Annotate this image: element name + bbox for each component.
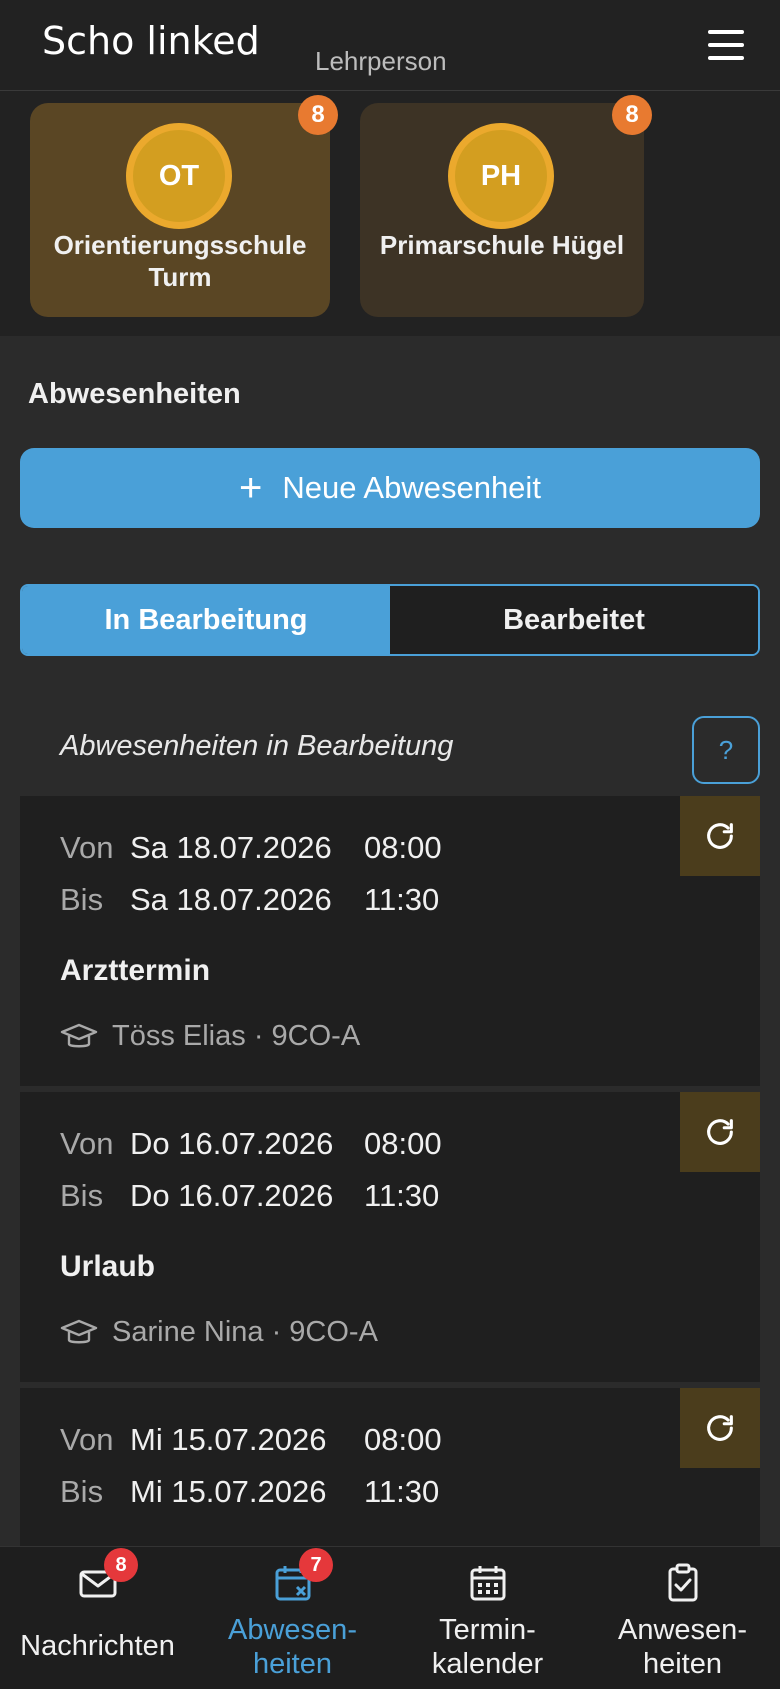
from-row: Von Mi 15.07.2026 08:00	[60, 1422, 442, 1458]
absence-card[interactable]: Von Sa 18.07.2026 08:00 Bis Sa 18.07.2026 11…	[20, 796, 760, 1086]
student-info: Sarine Nina · 9CO-A	[60, 1316, 378, 1349]
page-title: Abwesenheiten	[28, 378, 241, 410]
refresh-icon	[707, 1119, 733, 1145]
graduation-cap-icon	[60, 1023, 98, 1047]
refresh-icon	[707, 1415, 733, 1441]
nav-label: Nachrichten	[20, 1630, 175, 1662]
hamburger-menu-icon[interactable]	[708, 28, 746, 62]
to-date: Mi 15.07.2026	[130, 1474, 327, 1509]
nav-label: Abwesen-heiten	[195, 1613, 390, 1681]
nav-label-line: kalender	[431, 1648, 544, 1680]
from-time: 08:00	[364, 1126, 442, 1161]
from-label: Von	[60, 1126, 114, 1161]
nav-badge: 7	[299, 1548, 333, 1582]
bottom-navigation: 8 Nachrichten 7 Abwesen-heiten Termin-ka…	[0, 1546, 780, 1689]
logo-mark: Scho linked	[42, 19, 260, 63]
nav-label: Termin-kalender	[390, 1613, 585, 1681]
plus-icon: +	[239, 466, 263, 510]
from-label: Von	[60, 830, 114, 865]
to-row: Bis Sa 18.07.2026 11:30	[60, 882, 439, 918]
to-row: Bis Do 16.07.2026 11:30	[60, 1178, 439, 1214]
calendar-icon	[470, 1566, 505, 1601]
from-date: Sa 18.07.2026	[130, 830, 332, 865]
notification-badge: 8	[298, 95, 338, 135]
refresh-icon	[707, 823, 733, 849]
reload-button[interactable]	[680, 1092, 760, 1172]
list-title: Abwesenheiten in Bearbeitung	[60, 730, 454, 762]
reload-button[interactable]	[680, 1388, 760, 1468]
new-absence-label: Neue Abwesenheit	[282, 470, 541, 505]
to-row: Bis Mi 15.07.2026 11:30	[60, 1474, 439, 1510]
school-name: Primarschule Hügel	[379, 230, 625, 260]
to-time: 11:30	[364, 882, 440, 917]
school-name: Orientierungsschule Turm	[53, 230, 307, 292]
logo-text: Scho linked	[42, 20, 260, 63]
absence-reason: Urlaub	[60, 1250, 156, 1283]
to-label: Bis	[60, 1178, 104, 1213]
from-date: Do 16.07.2026	[130, 1126, 334, 1161]
to-label: Bis	[60, 882, 104, 917]
school-selector: OT Orientierungsschule Turm 8 PH Primars…	[0, 91, 780, 336]
to-time: 11:30	[364, 1474, 440, 1509]
nav-anwesenheiten[interactable]: Anwesen-heiten	[585, 1547, 780, 1689]
nav-label-line: heiten	[252, 1648, 332, 1680]
new-absence-button[interactable]: + Neue Abwesenheit	[20, 448, 760, 528]
school-card-ph[interactable]: PH Primarschule Hügel 8	[360, 95, 652, 317]
help-button[interactable]: ?	[692, 716, 760, 784]
graduation-cap-icon	[60, 1319, 98, 1343]
notification-badge: 8	[612, 95, 652, 135]
clipboard-check-icon	[668, 1563, 697, 1602]
student-name: Sarine Nina · 9CO-A	[112, 1316, 378, 1348]
app-header: Scho linked Lehrperson	[0, 0, 780, 91]
nav-label-line: Termin-	[439, 1614, 536, 1646]
to-time: 11:30	[364, 1178, 440, 1213]
student-info: Töss Elias · 9CO-A	[60, 1020, 360, 1053]
from-time: 08:00	[364, 830, 442, 865]
nav-label-line: heiten	[642, 1648, 722, 1680]
nav-nachrichten[interactable]: 8 Nachrichten	[0, 1547, 195, 1689]
from-label: Von	[60, 1422, 114, 1457]
student-name: Töss Elias · 9CO-A	[112, 1020, 361, 1052]
from-time: 08:00	[364, 1422, 442, 1457]
to-date: Sa 18.07.2026	[130, 882, 332, 917]
school-avatar: PH	[448, 123, 554, 229]
to-label: Bis	[60, 1474, 104, 1509]
absence-reason: Arzttermin	[60, 954, 211, 987]
from-date: Mi 15.07.2026	[130, 1422, 327, 1457]
nav-label-line: Anwesen-	[618, 1614, 747, 1646]
from-row: Von Do 16.07.2026 08:00	[60, 1126, 442, 1162]
school-avatar: OT	[126, 123, 232, 229]
schoolinked-logo[interactable]: Scho linked	[42, 19, 292, 72]
to-date: Do 16.07.2026	[130, 1178, 334, 1213]
nav-label: Anwesen-heiten	[585, 1613, 780, 1681]
from-row: Von Sa 18.07.2026 08:00	[60, 830, 442, 866]
absence-card[interactable]: Von Do 16.07.2026 08:00 Bis Do 16.07.2026 11…	[20, 1092, 760, 1382]
user-role: Lehrperson	[315, 46, 447, 76]
nav-label-line: Abwesen-	[228, 1614, 357, 1646]
reload-button[interactable]	[680, 796, 760, 876]
school-card-ot[interactable]: OT Orientierungsschule Turm 8	[30, 95, 338, 317]
nav-abwesenheiten[interactable]: 7 Abwesen-heiten	[195, 1547, 390, 1689]
tab-in-bearbeitung[interactable]: In Bearbeitung	[22, 586, 390, 654]
nav-terminkalender[interactable]: Termin-kalender	[390, 1547, 585, 1689]
nav-badge: 8	[104, 1548, 138, 1582]
tab-bearbeitet[interactable]: Bearbeitet	[390, 586, 758, 654]
status-tabs: In Bearbeitung Bearbeitet	[20, 584, 760, 656]
